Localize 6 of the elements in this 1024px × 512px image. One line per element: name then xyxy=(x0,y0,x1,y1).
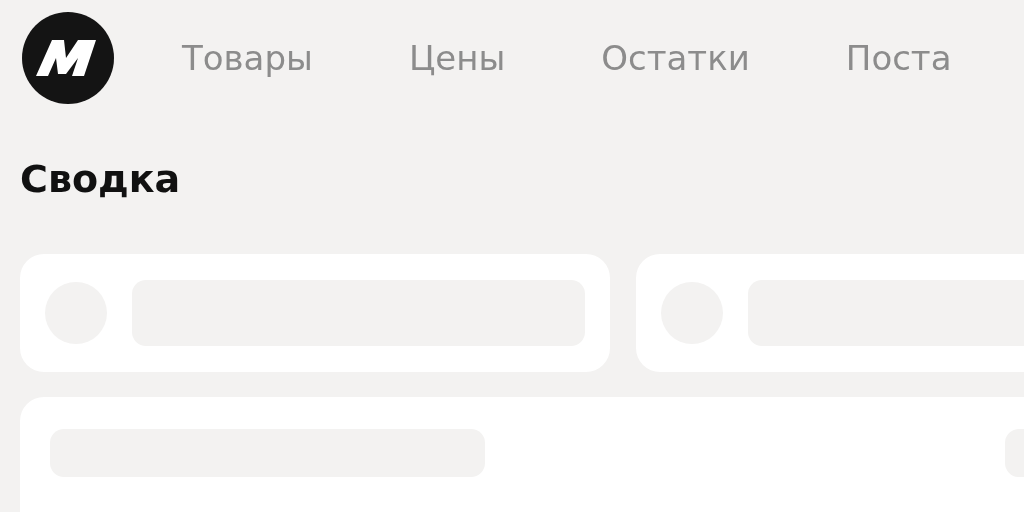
nav-link[interactable]: Цены xyxy=(408,41,506,75)
nav-link[interactable]: Товары xyxy=(182,41,313,75)
nav-link[interactable]: Остатки xyxy=(601,41,750,75)
logo-icon[interactable] xyxy=(22,12,114,104)
nav-link[interactable]: Поста xyxy=(845,41,952,75)
page-heading: Сводка xyxy=(20,160,182,198)
